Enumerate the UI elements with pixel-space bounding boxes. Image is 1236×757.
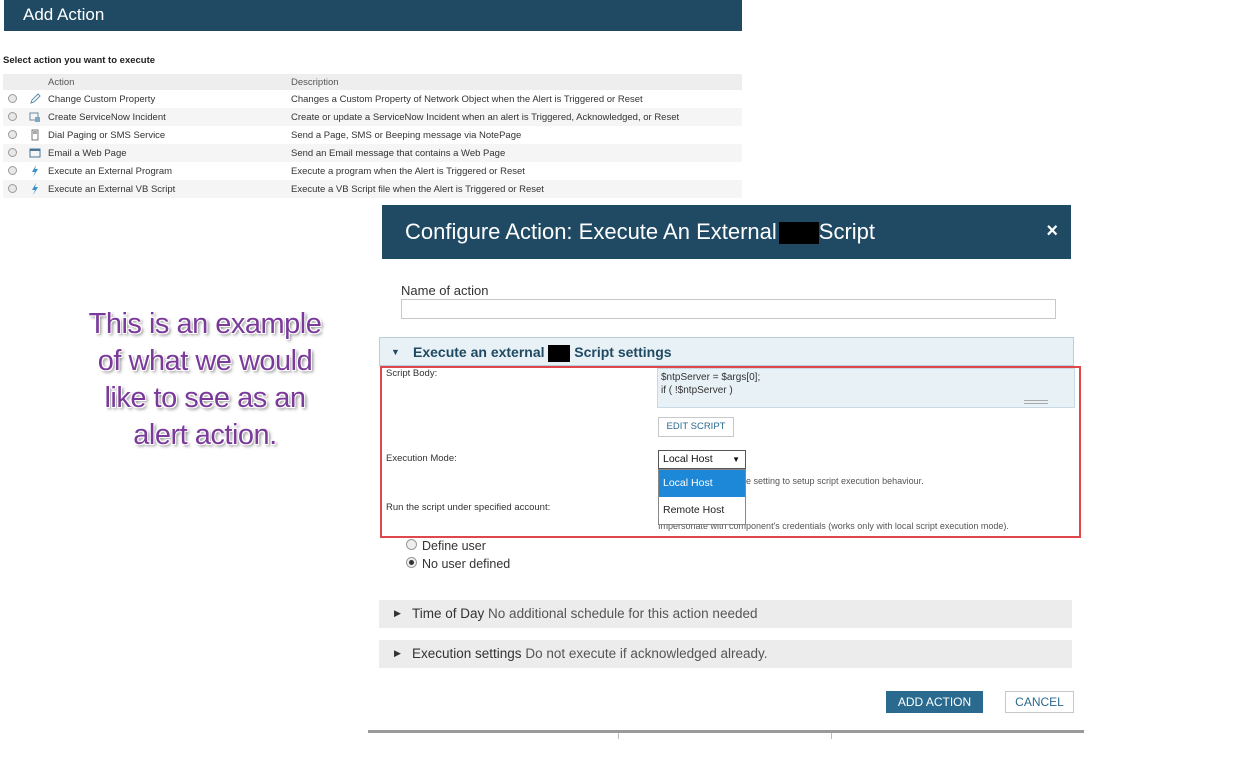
- action-description: Send a Page, SMS or Beeping message via …: [291, 129, 522, 141]
- configure-title-prefix: Configure Action: Execute An External: [405, 219, 777, 244]
- script-body-label: Script Body:: [386, 368, 438, 379]
- time-of-day-desc: No additional schedule for this action n…: [488, 606, 758, 621]
- name-of-action-input[interactable]: [401, 299, 1056, 319]
- script-settings-title: Execute an external Script settings: [413, 344, 672, 362]
- table-header-row: Action Description: [3, 74, 742, 90]
- header-action: Action: [48, 74, 291, 90]
- triangle-right-icon: ▶: [394, 608, 401, 618]
- table-row[interactable]: Change Custom Property Changes a Custom …: [3, 90, 742, 108]
- add-action-button[interactable]: ADD ACTION: [886, 691, 983, 713]
- configure-dialog-header: Configure Action: Execute An External Scr…: [382, 205, 1071, 259]
- header-radio-col: [3, 74, 22, 90]
- execution-mode-value: Local Host: [663, 453, 713, 465]
- table-row[interactable]: Email a Web Page Send an Email message t…: [3, 144, 742, 162]
- action-description: Changes a Custom Property of Network Obj…: [291, 93, 643, 105]
- configure-dialog-title: Configure Action: Execute An External Scr…: [405, 219, 875, 245]
- action-description: Execute a program when the Alert is Trig…: [291, 165, 525, 177]
- action-name: Change Custom Property: [48, 93, 156, 105]
- radio-label: Define user: [422, 539, 486, 553]
- table-row[interactable]: Dial Paging or SMS Service Send a Page, …: [3, 126, 742, 144]
- action-radio[interactable]: [8, 184, 17, 194]
- action-radio[interactable]: [8, 94, 17, 104]
- triangle-right-icon: ▶: [394, 648, 401, 658]
- webpage-icon: [29, 148, 41, 158]
- action-radio[interactable]: [8, 130, 17, 140]
- configure-title-suffix: Script: [818, 219, 876, 244]
- cancel-button[interactable]: CANCEL: [1005, 691, 1074, 713]
- pager-icon: [31, 129, 39, 141]
- script-settings-section-header[interactable]: ▼ Execute an external Script settings: [379, 337, 1074, 366]
- run-account-label: Run the script under specified account:: [386, 502, 551, 513]
- add-action-header: Add Action: [4, 0, 742, 31]
- action-radio[interactable]: [8, 148, 17, 158]
- execution-settings-desc: Do not execute if acknowledged already.: [525, 646, 768, 661]
- action-name: Email a Web Page: [48, 144, 291, 162]
- add-action-title: Add Action: [23, 5, 105, 24]
- servicenow-icon: [29, 112, 40, 122]
- execution-mode-select[interactable]: Local Host ▼: [658, 450, 746, 469]
- radio-no-user[interactable]: No user defined: [406, 557, 510, 571]
- action-name: Dial Paging or SMS Service: [48, 129, 166, 141]
- script-line: $ntpServer = $args[0];: [661, 372, 761, 383]
- script-body-textarea[interactable]: $ntpServer = $args[0]; if ( !$ntpServer …: [657, 368, 1075, 408]
- execution-settings-title: Execution settings: [412, 646, 522, 661]
- actions-table: Action Description Change Custom Propert…: [3, 74, 742, 198]
- edit-script-button[interactable]: EDIT SCRIPT: [658, 417, 734, 437]
- select-action-label: Select action you want to execute: [3, 55, 156, 66]
- header-icon-col: [22, 74, 48, 90]
- execution-mode-label: Execution Mode:: [386, 453, 457, 464]
- triangle-down-icon: ▼: [391, 347, 400, 357]
- time-of-day-section[interactable]: ▶ Time of Day No additional schedule for…: [379, 600, 1072, 628]
- action-description: Send an Email message that contains a We…: [291, 144, 742, 162]
- action-name: Execute an External VB Script: [48, 180, 291, 198]
- action-name: Create ServiceNow Incident: [48, 108, 291, 126]
- radio-label: No user defined: [422, 557, 511, 571]
- obscured-background-buttons: [618, 733, 832, 739]
- lightning-icon: [32, 183, 38, 195]
- action-name: Execute an External Program: [48, 165, 173, 177]
- radio-define-user[interactable]: Define user: [406, 539, 486, 553]
- action-description: Create or update a ServiceNow Incident w…: [291, 108, 742, 126]
- execution-mode-hint: e setting to setup script execution beha…: [746, 476, 924, 486]
- script-line: if ( !$ntpServer ): [661, 385, 733, 396]
- redaction-block: [778, 222, 819, 245]
- action-radio[interactable]: [8, 166, 17, 176]
- table-row[interactable]: Execute an External Program Execute a pr…: [3, 162, 742, 180]
- radio-button[interactable]: [406, 539, 417, 551]
- header-description: Description: [291, 74, 742, 90]
- time-of-day-title: Time of Day: [412, 606, 485, 621]
- name-of-action-label: Name of action: [401, 283, 489, 298]
- option-local-host[interactable]: Local Host: [659, 470, 745, 497]
- close-icon[interactable]: ×: [1046, 220, 1058, 243]
- table-row[interactable]: Execute an External VB Script Execute a …: [3, 180, 742, 198]
- action-radio[interactable]: [8, 112, 17, 122]
- pencil-icon: [30, 93, 41, 104]
- radio-button-selected[interactable]: [406, 557, 417, 569]
- table-row[interactable]: Create ServiceNow Incident Create or upd…: [3, 108, 742, 126]
- execution-mode-dropdown: Local Host Remote Host: [658, 469, 746, 525]
- action-description: Execute a VB Script file when the Alert …: [291, 180, 742, 198]
- option-remote-host[interactable]: Remote Host: [659, 497, 745, 524]
- annotation-callout: This is an example of what we would like…: [88, 308, 322, 451]
- dropdown-arrow-icon: ▼: [732, 455, 740, 464]
- execution-settings-section[interactable]: ▶ Execution settings Do not execute if a…: [379, 640, 1072, 668]
- lightning-icon: [32, 165, 38, 177]
- resize-grip-icon[interactable]: [1024, 400, 1048, 404]
- redaction-block: [548, 344, 571, 362]
